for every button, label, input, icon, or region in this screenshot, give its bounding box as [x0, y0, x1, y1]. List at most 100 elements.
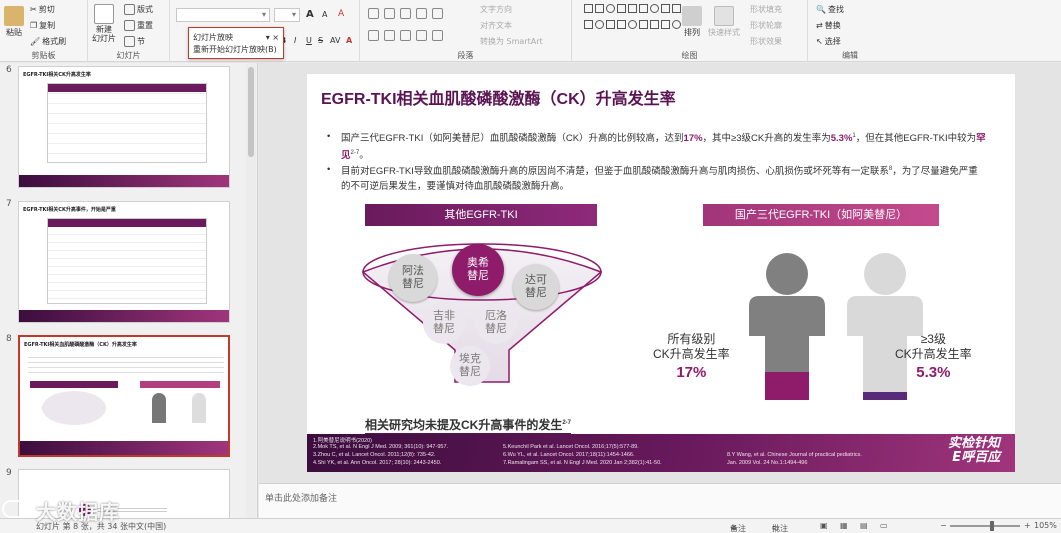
align-right-icon[interactable]	[400, 30, 411, 41]
rectangle-shape-icon[interactable]	[650, 19, 659, 29]
oval-shape-icon[interactable]	[628, 19, 637, 29]
stat-all-grades: 所有级别 CK升高发生率 17%	[653, 332, 730, 380]
shrink-font-button[interactable]: A	[322, 10, 327, 19]
clipboard-group: 粘贴 ✂ 剪切 ❐ 复制 🖌 格式刷 剪贴板	[0, 0, 88, 62]
reference: 4.Shi YK, et al. Ann Oncol. 2017; 28(10)…	[313, 460, 442, 466]
reset-button[interactable]: 重置	[124, 20, 153, 31]
slide-thumbnail-6[interactable]: EGFR-TKI相关CK升高发生率	[18, 66, 230, 188]
align-text-button[interactable]: 对齐文本	[480, 20, 512, 31]
oval-shape-icon[interactable]	[650, 4, 659, 13]
justify-icon[interactable]	[416, 30, 427, 41]
numbering-icon[interactable]	[384, 8, 395, 19]
bullets-icon[interactable]	[368, 8, 379, 19]
quick-styles-label: 快速样式	[708, 28, 740, 37]
layout-button[interactable]: 版式	[124, 4, 153, 15]
copy-button[interactable]: ❐ 复制	[30, 20, 55, 31]
align-center-icon[interactable]	[384, 30, 395, 41]
grow-font-button[interactable]: A	[306, 9, 314, 20]
strikethrough-button[interactable]: S	[318, 36, 323, 45]
thumbnail-bullets	[28, 353, 224, 377]
reference: 5.Keunchil Park et al. Lancet Oncol. 201…	[503, 444, 639, 450]
bullet-text: ，其中≥3级CK升高的发生率为	[702, 133, 831, 145]
shape-outline-button[interactable]: 形状轮廓	[750, 20, 782, 31]
rectangle-shape-icon[interactable]	[672, 4, 681, 13]
gefitinib-bubble: 吉非 替尼	[423, 302, 465, 344]
find-button[interactable]: 🔍 查找	[816, 4, 844, 15]
font-color-button[interactable]: A	[346, 36, 352, 45]
status-bar: 幻灯片 第 8 张，共 34 张 中文(中国) ≡ 备注 ▭ 批注 ▣ ▦ ▤ …	[0, 518, 1061, 533]
bullet-text: 目前对EGFR-TKI导致血肌酸磷酸激酶升高的原因尚不清楚，但鉴于血肌酸磷酸激酶…	[341, 166, 889, 178]
thumbnail-scrollbar[interactable]	[246, 63, 256, 518]
slideshow-popup: 幻灯片放映 ▾ × 重新开始幻灯片放映(B)	[188, 27, 284, 59]
zoom-out-icon[interactable]: −	[940, 521, 947, 530]
rectangle-shape-icon[interactable]	[639, 4, 648, 13]
chevron-down-icon[interactable]: ▾	[266, 33, 270, 42]
rectangle-shape-icon[interactable]	[617, 4, 626, 13]
rectangle-shape-icon[interactable]	[661, 4, 670, 13]
paste-button[interactable]: 粘贴	[4, 6, 24, 38]
quick-styles-icon	[714, 6, 734, 26]
char-spacing-button[interactable]: AV	[330, 36, 340, 45]
shape-effects-button[interactable]: 形状效果	[750, 36, 782, 47]
select-button[interactable]: ↖ 选择	[816, 36, 841, 47]
format-painter-button[interactable]: 🖌 格式刷	[30, 36, 66, 47]
rectangle-shape-icon[interactable]	[584, 4, 593, 13]
line-spacing-icon[interactable]	[432, 8, 443, 19]
shapes-gallery[interactable]	[584, 4, 681, 34]
cut-button[interactable]: ✂ 剪切	[30, 4, 55, 15]
stat-value: 5.3%	[916, 364, 951, 381]
underline-button[interactable]: U	[306, 36, 312, 45]
font-size-select[interactable]	[274, 8, 300, 22]
language-indicator[interactable]: 中文(中国)	[128, 521, 166, 532]
rectangle-shape-icon[interactable]	[606, 19, 615, 29]
slide-canvas[interactable]: EGFR-TKI相关血肌酸磷酸激酶（CK）升高发生率 国产三代EGFR-TKI（…	[307, 74, 1015, 472]
rectangle-shape-icon[interactable]	[628, 4, 637, 13]
oval-shape-icon[interactable]	[606, 4, 615, 13]
bullet-text: 国产三代EGFR-TKI（如阿美替尼）血肌酸磷酸激酶（CK）升高的比例较高，达到	[341, 133, 684, 145]
columns-icon[interactable]	[432, 30, 443, 41]
text-direction-button[interactable]: 文字方向	[480, 4, 512, 15]
zoom-in-icon[interactable]: +	[1024, 521, 1031, 530]
normal-view-icon[interactable]: ▣	[820, 521, 828, 530]
section-button[interactable]: 节	[124, 36, 145, 47]
rectangle-shape-icon[interactable]	[617, 19, 626, 29]
slide-thumbnail-7[interactable]: EGFR-TKI相关CK升高事件，开始是严重	[18, 201, 230, 323]
italic-button[interactable]: I	[294, 36, 296, 45]
clear-format-button[interactable]: A	[338, 9, 344, 19]
thumbnail-footer	[20, 441, 228, 455]
thumbnail-figure-light	[192, 393, 206, 423]
arrange-label: 排列	[684, 28, 700, 37]
font-name-select[interactable]	[176, 8, 270, 22]
copy-label: 复制	[39, 21, 56, 30]
align-left-icon[interactable]	[368, 30, 379, 41]
zoom-slider-knob[interactable]	[990, 521, 994, 531]
oval-shape-icon[interactable]	[595, 19, 604, 29]
replace-button[interactable]: ⇄ 替换	[816, 20, 841, 31]
rectangle-shape-icon[interactable]	[595, 4, 604, 13]
close-icon[interactable]: ×	[272, 33, 279, 42]
reading-view-icon[interactable]: ▤	[860, 521, 868, 530]
zoom-level[interactable]: 105%	[1034, 521, 1057, 530]
rectangle-shape-icon[interactable]	[661, 19, 670, 29]
rectangle-shape-icon[interactable]	[639, 19, 648, 29]
arrange-button[interactable]: 排列	[682, 6, 702, 38]
restart-slideshow-item[interactable]: 重新开始幻灯片放映(B)	[193, 43, 279, 55]
notes-toggle-label: 备注	[730, 524, 746, 533]
increase-indent-icon[interactable]	[416, 8, 427, 19]
slide-thumbnail-8[interactable]: EGFR-TKI相关血肌酸磷酸激酶（CK）升高发生率	[18, 335, 230, 457]
smartart-button[interactable]: 转换为 SmartArt	[480, 36, 543, 47]
scrollbar-thumb[interactable]	[248, 67, 254, 157]
slideshow-icon[interactable]: ▭	[880, 521, 888, 530]
notes-pane[interactable]: 单击此处添加备注	[259, 483, 1061, 518]
slides-group-label: 幻灯片	[116, 51, 141, 60]
shape-fill-button[interactable]: 形状填充	[750, 4, 782, 15]
rectangle-shape-icon[interactable]	[584, 19, 593, 29]
slide-number: 9	[6, 468, 12, 478]
decrease-indent-icon[interactable]	[400, 8, 411, 19]
new-slide-button[interactable]: 新建 幻灯片	[92, 4, 116, 43]
quick-styles-button[interactable]: 快速样式	[708, 6, 740, 38]
zoom-slider[interactable]	[950, 525, 1020, 527]
cut-label: 剪切	[38, 5, 55, 14]
slide-sorter-icon[interactable]: ▦	[840, 521, 848, 530]
oval-shape-icon[interactable]	[672, 19, 681, 29]
